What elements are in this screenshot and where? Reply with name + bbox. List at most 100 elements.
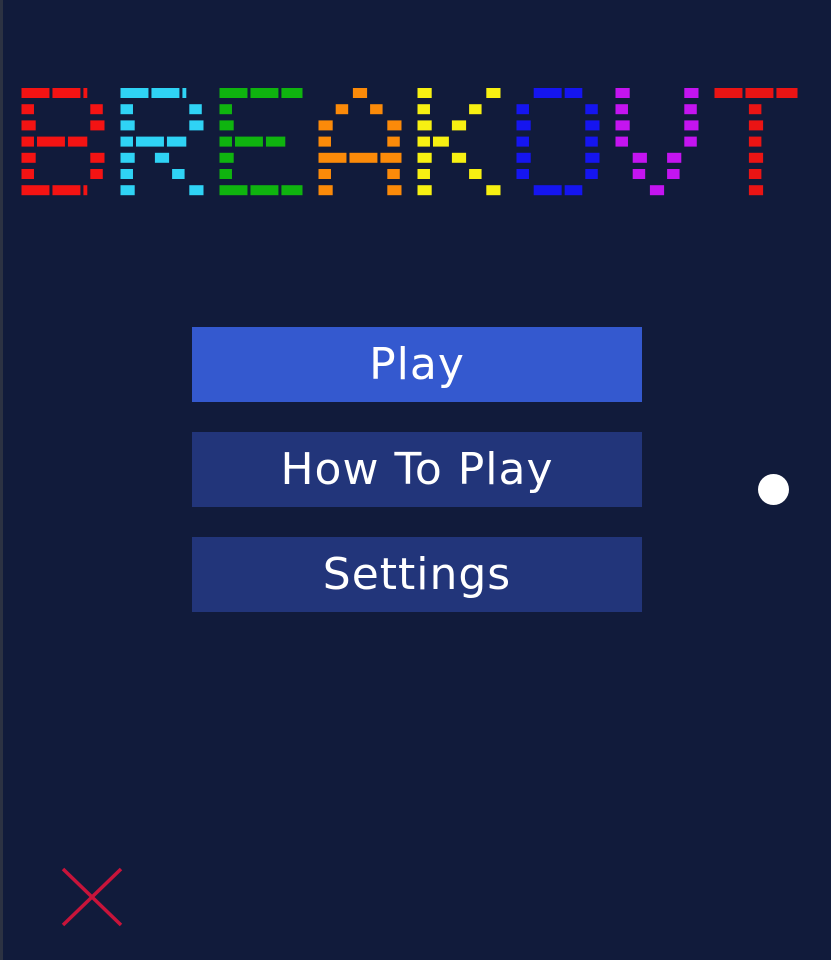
logo-brick	[83, 88, 88, 98]
logo-brick	[417, 185, 432, 196]
logo-brick	[585, 152, 600, 163]
logo-brick	[172, 169, 185, 179]
logo-brick	[380, 152, 402, 163]
logo-brick	[52, 88, 81, 98]
logo-brick	[36, 136, 65, 147]
logo-brick	[318, 169, 331, 179]
title-letter-k	[417, 88, 501, 196]
logo-brick	[649, 185, 665, 196]
logo-brick	[615, 88, 630, 98]
logo-brick	[219, 104, 232, 115]
logo-brick	[387, 136, 400, 147]
logo-brick	[281, 185, 303, 196]
logo-brick	[250, 185, 279, 196]
logo-brick	[154, 152, 170, 163]
logo-brick	[748, 169, 762, 179]
logo-brick	[21, 120, 36, 131]
logo-brick	[748, 185, 764, 196]
logo-brick	[417, 136, 430, 147]
logo-brick	[120, 120, 135, 131]
logo-brick	[151, 88, 180, 98]
logo-brick	[748, 152, 764, 163]
logo-brick	[120, 136, 133, 147]
logo-brick	[21, 185, 50, 196]
logo-brick	[684, 88, 699, 98]
logo-brick	[166, 136, 187, 147]
logo-brick	[90, 169, 103, 179]
logo-brick	[632, 152, 647, 163]
ball-icon	[758, 474, 789, 505]
logo-brick	[615, 120, 630, 131]
logo-brick	[417, 169, 430, 179]
title-letter-v	[615, 88, 699, 196]
logo-brick	[21, 88, 50, 98]
logo-brick	[387, 120, 402, 131]
logo-brick	[451, 152, 467, 163]
logo-brick	[281, 88, 303, 98]
logo-brick	[83, 185, 88, 196]
logo-brick	[219, 88, 248, 98]
logo-brick	[585, 104, 598, 115]
logo-brick	[21, 169, 34, 179]
logo-brick	[135, 136, 164, 147]
logo-brick	[90, 152, 105, 163]
logo-brick	[189, 120, 204, 131]
logo-brick	[21, 152, 36, 163]
logo-brick	[21, 104, 34, 115]
logo-brick	[234, 136, 263, 147]
logo-brick	[417, 88, 432, 98]
close-icon[interactable]	[60, 866, 124, 928]
settings-button[interactable]: Settings	[192, 537, 642, 612]
logo-brick	[748, 136, 762, 147]
logo-brick	[516, 120, 531, 131]
logo-brick	[120, 88, 149, 98]
logo-brick	[120, 152, 135, 163]
logo-brick	[469, 104, 482, 115]
title-letter-t	[714, 88, 798, 196]
logo-brick	[265, 136, 286, 147]
logo-brick	[352, 88, 368, 98]
logo-brick	[516, 169, 529, 179]
logo-brick	[250, 88, 279, 98]
logo-brick	[486, 88, 501, 98]
logo-brick	[120, 104, 133, 115]
logo-brick	[219, 185, 248, 196]
logo-brick	[370, 104, 383, 115]
title-letter-a	[318, 88, 402, 196]
logo-brick	[387, 169, 400, 179]
logo-brick	[684, 104, 697, 115]
logo-brick	[90, 104, 103, 115]
game-title-logo	[21, 88, 798, 196]
logo-brick	[417, 152, 432, 163]
logo-brick	[684, 120, 699, 131]
logo-brick	[451, 120, 467, 131]
logo-brick	[52, 185, 81, 196]
logo-brick	[219, 152, 234, 163]
logo-brick	[714, 88, 743, 98]
logo-brick	[318, 120, 333, 131]
game-screen: Play How To Play Settings	[0, 0, 831, 960]
logo-brick	[335, 104, 349, 115]
logo-brick	[219, 120, 234, 131]
logo-brick	[745, 88, 774, 98]
logo-brick	[585, 136, 598, 147]
logo-brick	[564, 185, 583, 196]
play-button[interactable]: Play	[192, 327, 642, 402]
how-to-play-button[interactable]: How To Play	[192, 432, 642, 507]
logo-brick	[469, 169, 482, 179]
logo-brick	[120, 169, 133, 179]
logo-brick	[748, 104, 762, 115]
logo-brick	[189, 185, 204, 196]
logo-brick	[632, 169, 646, 179]
logo-brick	[318, 152, 347, 163]
logo-brick	[776, 88, 798, 98]
logo-brick	[67, 136, 88, 147]
logo-brick	[219, 136, 232, 147]
logo-brick	[684, 136, 697, 147]
logo-brick	[387, 185, 402, 196]
logo-brick	[667, 152, 682, 163]
logo-brick	[615, 104, 628, 115]
logo-brick	[21, 136, 34, 147]
logo-brick	[90, 120, 105, 131]
logo-brick	[533, 185, 562, 196]
